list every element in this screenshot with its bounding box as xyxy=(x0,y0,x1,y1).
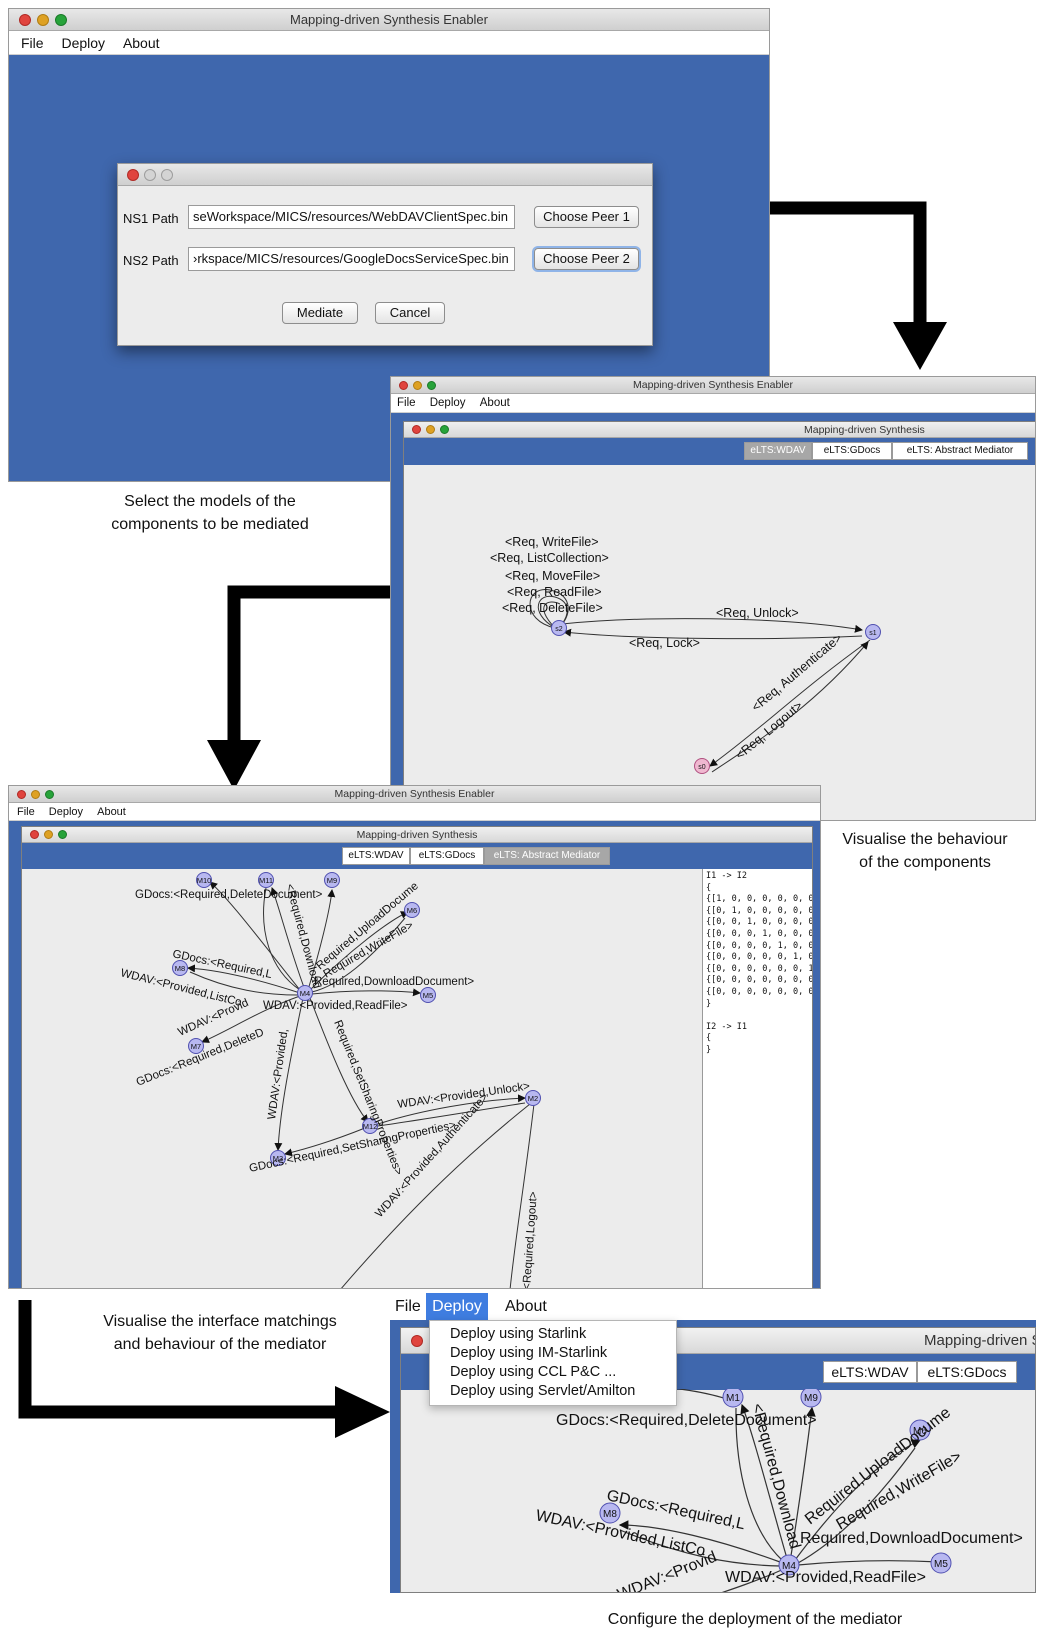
ns2-path-label: NS2 Path xyxy=(123,253,179,268)
zoom-icon[interactable] xyxy=(427,381,436,390)
menu-deploy[interactable]: Deploy xyxy=(49,803,83,821)
main-window-step2: Mapping-driven Synthesis Enabler File De… xyxy=(390,376,1036,821)
menu-item-deploy-im-starlink[interactable]: Deploy using IM-Starlink xyxy=(430,1344,676,1363)
menu-file[interactable]: File xyxy=(397,394,416,413)
main-window-step3: Mapping-driven Synthesis Enabler File De… xyxy=(8,785,821,1289)
deploy-dropdown-menu: Deploy using Starlink Deploy using IM-St… xyxy=(429,1320,677,1406)
choose-peer-1-button[interactable]: Choose Peer 1 xyxy=(534,206,639,228)
cancel-button[interactable]: Cancel xyxy=(375,302,445,324)
arrow-head-step3 xyxy=(207,740,261,790)
menu-bar: File Deploy About xyxy=(391,394,1035,413)
menu-about[interactable]: About xyxy=(97,803,126,821)
menu-about[interactable]: About xyxy=(480,394,510,413)
arrow-step1-to-step2 xyxy=(765,201,927,325)
close-icon[interactable] xyxy=(399,381,408,390)
arrow-step2-to-step3 xyxy=(227,585,390,742)
caption-step3: Visualise the interface matchings and be… xyxy=(60,1310,380,1356)
menu-about[interactable]: About xyxy=(505,1293,547,1320)
menu-bar: File Deploy About xyxy=(9,31,769,55)
tab-wdav[interactable]: eLTS:WDAV xyxy=(744,442,812,460)
menu-file[interactable]: File xyxy=(17,803,35,821)
caption-step1-line2: components to be mediated xyxy=(111,516,309,533)
close-icon[interactable] xyxy=(30,830,39,839)
zoom-icon xyxy=(161,169,173,181)
minimize-icon[interactable] xyxy=(413,381,422,390)
arrow-head-step2 xyxy=(893,322,947,370)
menu-item-deploy-servlet[interactable]: Deploy using Servlet/Amilton xyxy=(430,1382,676,1401)
caption-step4: Configure the deployment of the mediator xyxy=(607,1611,903,1628)
menu-deploy[interactable]: Deploy xyxy=(61,31,105,55)
window-title: Mapping-driven Synthesis Enabler xyxy=(633,379,793,391)
menu-bar: File Deploy About xyxy=(9,803,820,821)
ns1-path-field[interactable]: seWorkspace/MICS/resources/WebDAVClientS… xyxy=(188,205,515,229)
caption-step3-line1: Visualise the interface matchings xyxy=(103,1313,337,1330)
tab-mediator[interactable]: eLTS: Abstract Mediator xyxy=(484,847,610,865)
caption-step2: Visualise the behaviour of the component… xyxy=(815,828,1035,874)
title-bar: Mapping-driven Synthesis Enabler xyxy=(391,377,1035,394)
menu-file[interactable]: File xyxy=(21,31,44,55)
menu-item-deploy-ccl[interactable]: Deploy using CCL P&C ... xyxy=(430,1363,676,1382)
tab-bar: eLTS:WDAV eLTS:GDocs eLTS: Abstract Medi… xyxy=(744,442,1028,460)
internal-title-bar: Mapping-driven Synthesis xyxy=(22,827,812,843)
minimize-icon xyxy=(144,169,156,181)
title-bar: Mapping-driven Synthesis Enabler xyxy=(9,786,820,803)
mediator-graph-canvas-zoomed xyxy=(401,1390,1035,1592)
dialog-title-bar xyxy=(118,164,652,186)
mediate-button[interactable]: Mediate xyxy=(282,302,358,324)
matching-panel: I1 -> I2 { {[1, 0, 0, 0, 0, 0, 0, 0]} {[… xyxy=(702,869,813,1288)
close-icon[interactable] xyxy=(17,790,26,799)
caption-step2-line2: of the components xyxy=(859,854,991,871)
synthesis-internal-frame: Mapping-driven Synthesis eLTS:WDAV eLTS:… xyxy=(21,826,813,1288)
title-bar: Mapping-driven Synthesis Enabler xyxy=(9,9,769,31)
tab-gdocs[interactable]: eLTS:GDocs xyxy=(917,1361,1017,1383)
menu-file[interactable]: File xyxy=(395,1293,421,1320)
tab-bar: eLTS:WDAV eLTS:GDocs xyxy=(823,1361,1017,1383)
internal-title: Mapping-driven Synthesis xyxy=(804,424,925,436)
matching-matrix-text: I1 -> I2 { {[1, 0, 0, 0, 0, 0, 0, 0]} {[… xyxy=(706,871,813,1055)
close-icon[interactable] xyxy=(127,169,139,181)
choose-peer-2-button[interactable]: Choose Peer 2 xyxy=(534,248,639,270)
minimize-icon[interactable] xyxy=(31,790,40,799)
menu-item-deploy-starlink[interactable]: Deploy using Starlink xyxy=(430,1325,676,1344)
window-title: Mapping-driven Synthesis Enabler xyxy=(334,788,495,800)
caption-step2-line1: Visualise the behaviour xyxy=(842,831,1008,848)
arrow-head-step4 xyxy=(335,1386,390,1438)
window-title: Mapping-driven Synthesis Enabler xyxy=(290,12,488,27)
caption-step1: Select the models of the components to b… xyxy=(60,490,360,536)
tab-gdocs[interactable]: eLTS:GDocs xyxy=(812,442,892,460)
caption-step1-line1: Select the models of the xyxy=(124,493,296,510)
synthesis-internal-frame: Mapping-driven Synthesis eLTS:WDAV eLTS:… xyxy=(403,421,1035,820)
menu-deploy[interactable]: Deploy xyxy=(426,1293,488,1320)
caption-step3-line2: and behaviour of the mediator xyxy=(113,1336,327,1353)
tab-wdav[interactable]: eLTS:WDAV xyxy=(823,1361,917,1383)
menu-about[interactable]: About xyxy=(123,31,160,55)
zoom-icon[interactable] xyxy=(55,14,67,26)
internal-title: Mapping-driven Synthesis xyxy=(356,829,478,841)
tab-gdocs[interactable]: eLTS:GDocs xyxy=(410,847,484,865)
minimize-icon[interactable] xyxy=(426,425,435,434)
minimize-icon[interactable] xyxy=(44,830,53,839)
minimize-icon[interactable] xyxy=(37,14,49,26)
internal-title-bar: Mapping-driven Synthesis xyxy=(404,422,1035,438)
close-icon[interactable] xyxy=(412,425,421,434)
zoom-icon[interactable] xyxy=(45,790,54,799)
wdav-graph-canvas xyxy=(404,465,1035,820)
zoom-icon[interactable] xyxy=(440,425,449,434)
tab-wdav[interactable]: eLTS:WDAV xyxy=(342,847,410,865)
close-icon[interactable] xyxy=(19,14,31,26)
close-icon[interactable] xyxy=(411,1335,423,1347)
tab-bar: eLTS:WDAV eLTS:GDocs eLTS: Abstract Medi… xyxy=(342,847,610,865)
internal-title: Mapping-driven Synthesis xyxy=(924,1332,1035,1349)
zoom-icon[interactable] xyxy=(58,830,67,839)
ns2-path-field[interactable]: ›rkspace/MICS/resources/GoogleDocsServic… xyxy=(188,247,515,271)
mediator-graph-canvas xyxy=(32,869,697,1288)
select-models-dialog: NS1 Path seWorkspace/MICS/resources/WebD… xyxy=(117,163,653,346)
menu-bar: File Deploy About xyxy=(390,1293,1036,1320)
menu-deploy[interactable]: Deploy xyxy=(430,394,466,413)
tab-mediator[interactable]: eLTS: Abstract Mediator xyxy=(892,442,1028,460)
ns1-path-label: NS1 Path xyxy=(123,211,179,226)
